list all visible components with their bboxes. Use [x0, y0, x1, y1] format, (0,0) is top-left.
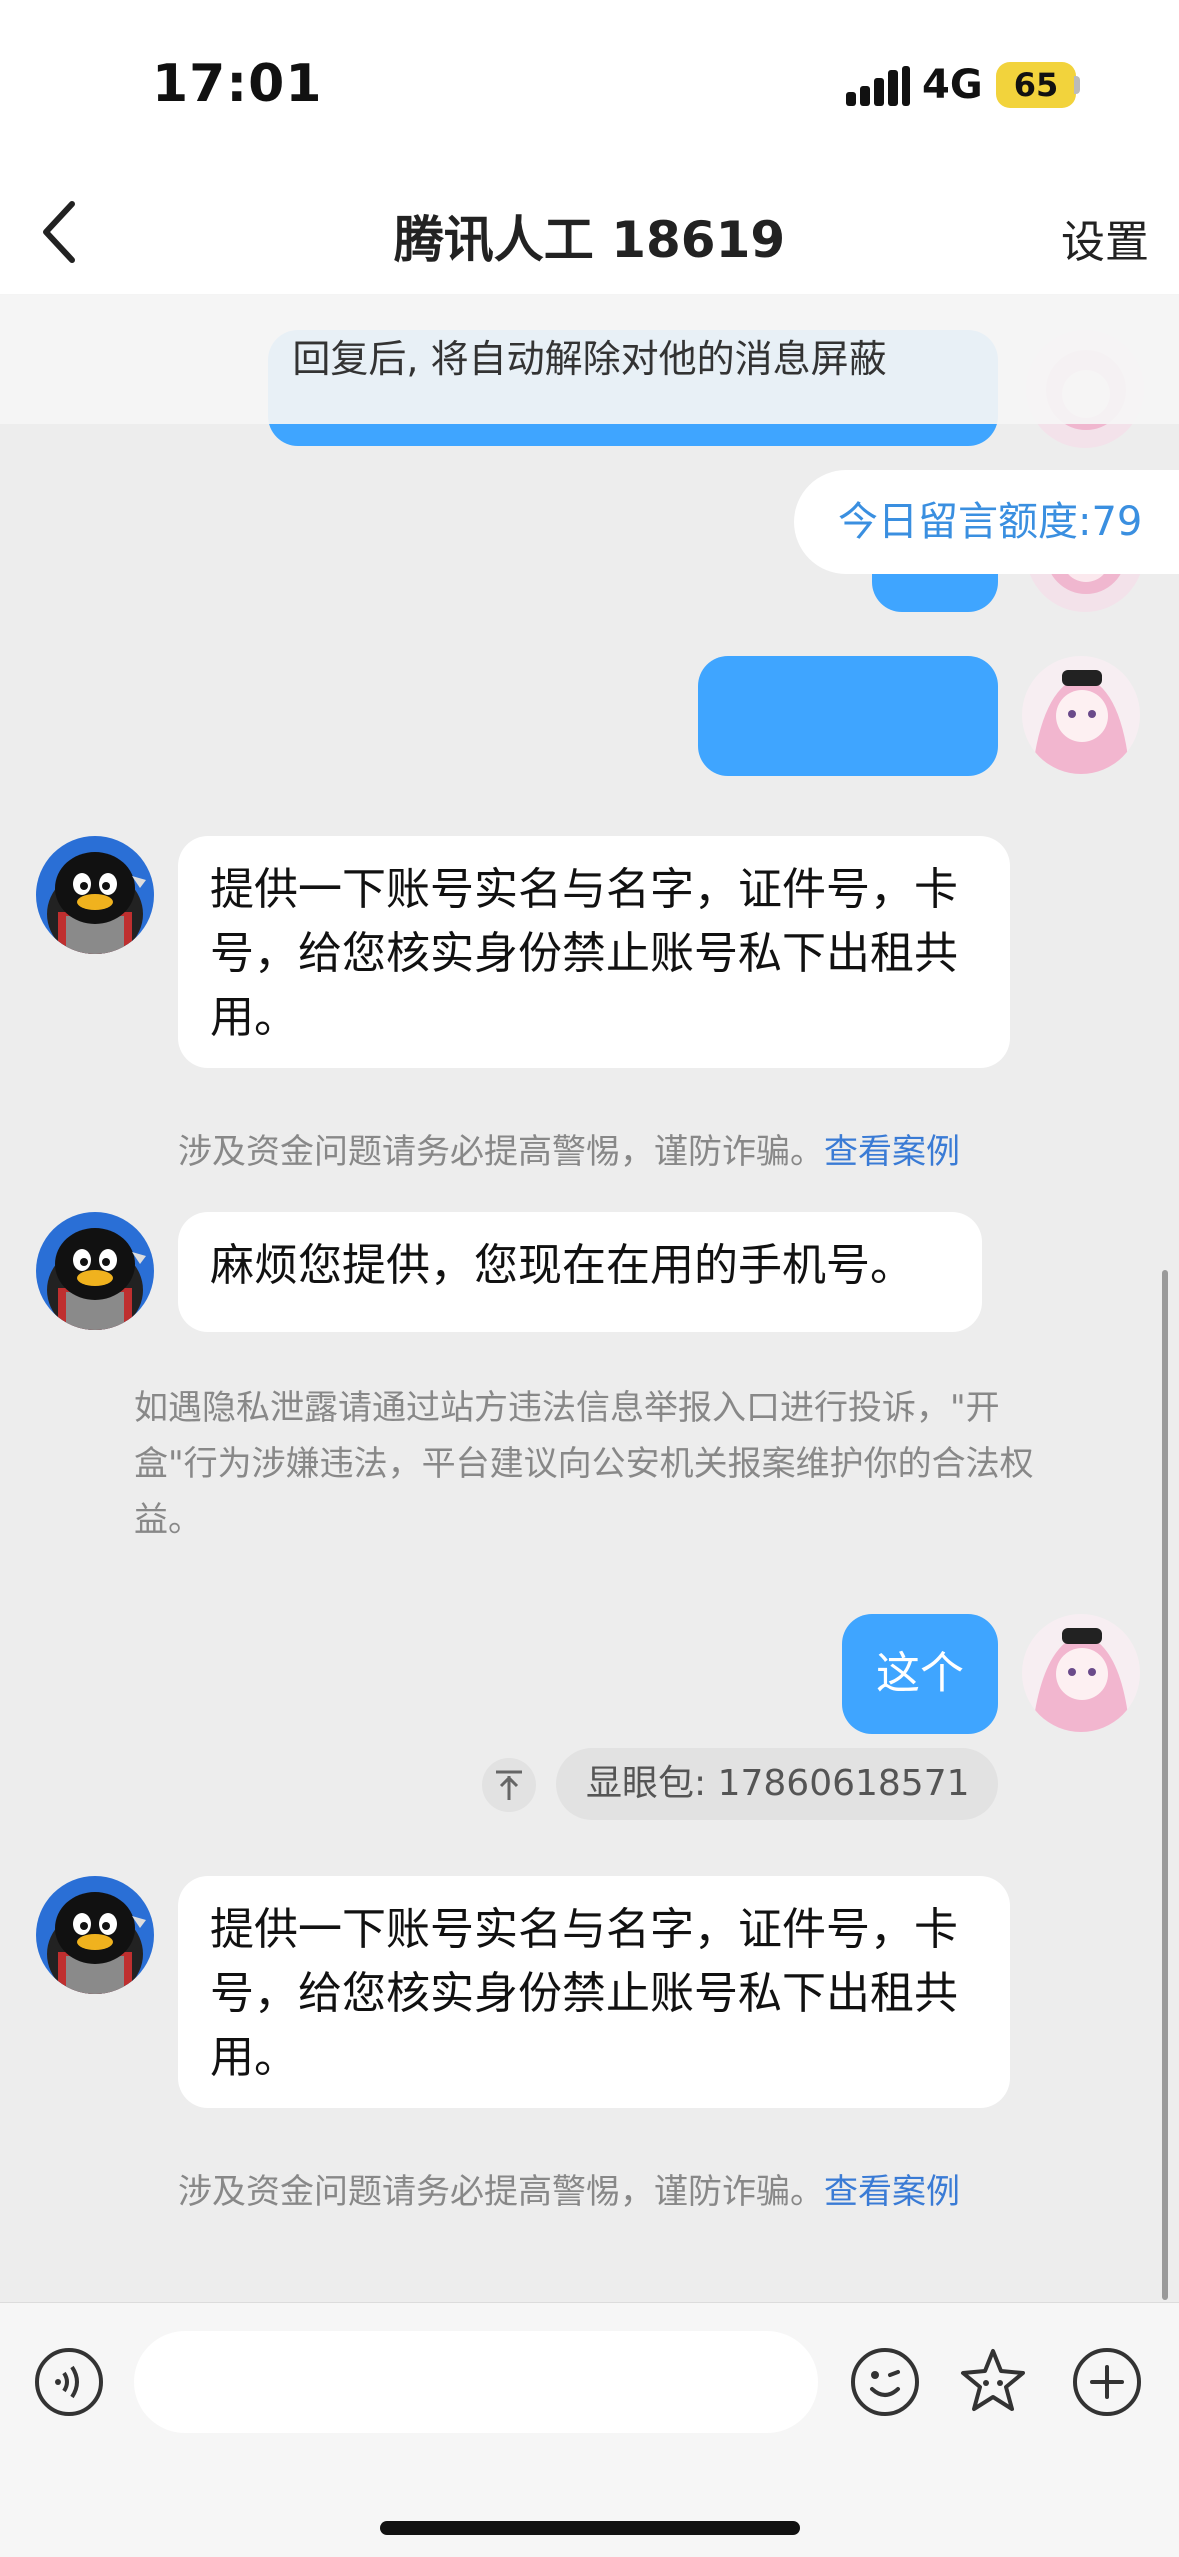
avatar[interactable] [36, 1876, 154, 1994]
message-input[interactable] [134, 2331, 818, 2433]
sticker-button[interactable] [956, 2345, 1030, 2419]
penguin-avatar-icon [36, 1876, 154, 1994]
emoji-icon [851, 2348, 919, 2416]
privacy-warning: 如遇隐私泄露请通过站方违法信息举报入口进行投诉，"开盒"行为涉嫌违法，平台建议向… [134, 1388, 1034, 1540]
nav-bar: 腾讯人工 18619 设置 [0, 170, 1179, 295]
view-cases-link[interactable]: 查看案例 [824, 2172, 960, 2212]
daily-quota-badge: 今日留言额度:79 [794, 470, 1179, 574]
penguin-avatar-icon [36, 836, 154, 954]
battery-tip [1074, 76, 1080, 94]
fraud-warning-text: 涉及资金问题请务必提高警惕，谨防诈骗。 [178, 1132, 824, 1172]
scrollbar[interactable] [1162, 1270, 1168, 2300]
battery-icon: 65 [996, 62, 1076, 108]
avatar-anime-icon [1022, 1614, 1140, 1732]
view-cases-link[interactable]: 查看案例 [824, 1132, 960, 1172]
unblock-notice: 回复后, 将自动解除对他的消息屏蔽 [0, 294, 1179, 424]
avatar[interactable] [1022, 656, 1140, 774]
message-bubble-self[interactable]: 这个 [842, 1614, 998, 1734]
home-indicator[interactable] [380, 2521, 800, 2535]
message-bubble-other[interactable]: 提供一下账号实名与名字，证件号，卡号，给您核实身份禁止账号私下出租共用。 [178, 1876, 1010, 2108]
status-time: 17:01 [152, 54, 323, 114]
settings-button[interactable]: 设置 [1061, 206, 1149, 270]
arrow-up-icon [496, 1770, 522, 1800]
message-text: 这个 [876, 1648, 964, 1699]
star-icon [961, 2349, 1025, 2411]
penguin-avatar-icon [36, 1212, 154, 1330]
voice-icon [35, 2348, 103, 2416]
fraud-warning-text: 涉及资金问题请务必提高警惕，谨防诈骗。 [178, 2172, 824, 2212]
fraud-warning: 涉及资金问题请务必提高警惕，谨防诈骗。查看案例 [178, 1124, 960, 1173]
avatar[interactable] [1022, 1614, 1140, 1732]
avatar[interactable] [36, 1212, 154, 1330]
status-bar: 17:01 4G 65 [0, 0, 1179, 170]
voice-button[interactable] [32, 2345, 106, 2419]
jump-to-quote-button[interactable] [482, 1758, 536, 1812]
emoji-button[interactable] [848, 2345, 922, 2419]
page-title: 腾讯人工 18619 [393, 211, 786, 269]
signal-icon [846, 66, 910, 106]
avatar[interactable] [36, 836, 154, 954]
fraud-warning: 涉及资金问题请务必提高警惕，谨防诈骗。查看案例 [178, 2164, 960, 2213]
message-bubble-other[interactable]: 提供一下账号实名与名字，证件号，卡号，给您核实身份禁止账号私下出租共用。 [178, 836, 1010, 1068]
more-button[interactable] [1070, 2345, 1144, 2419]
network-type: 4G [922, 62, 983, 108]
plus-icon [1073, 2348, 1141, 2416]
avatar-anime-icon [1022, 656, 1140, 774]
message-bubble-other[interactable]: 麻烦您提供，您现在在用的手机号。 [178, 1212, 982, 1332]
message-bubble-self[interactable] [698, 656, 998, 776]
quoted-message[interactable]: 显眼包: 17860618571 [556, 1748, 998, 1820]
input-bar [0, 2302, 1179, 2557]
